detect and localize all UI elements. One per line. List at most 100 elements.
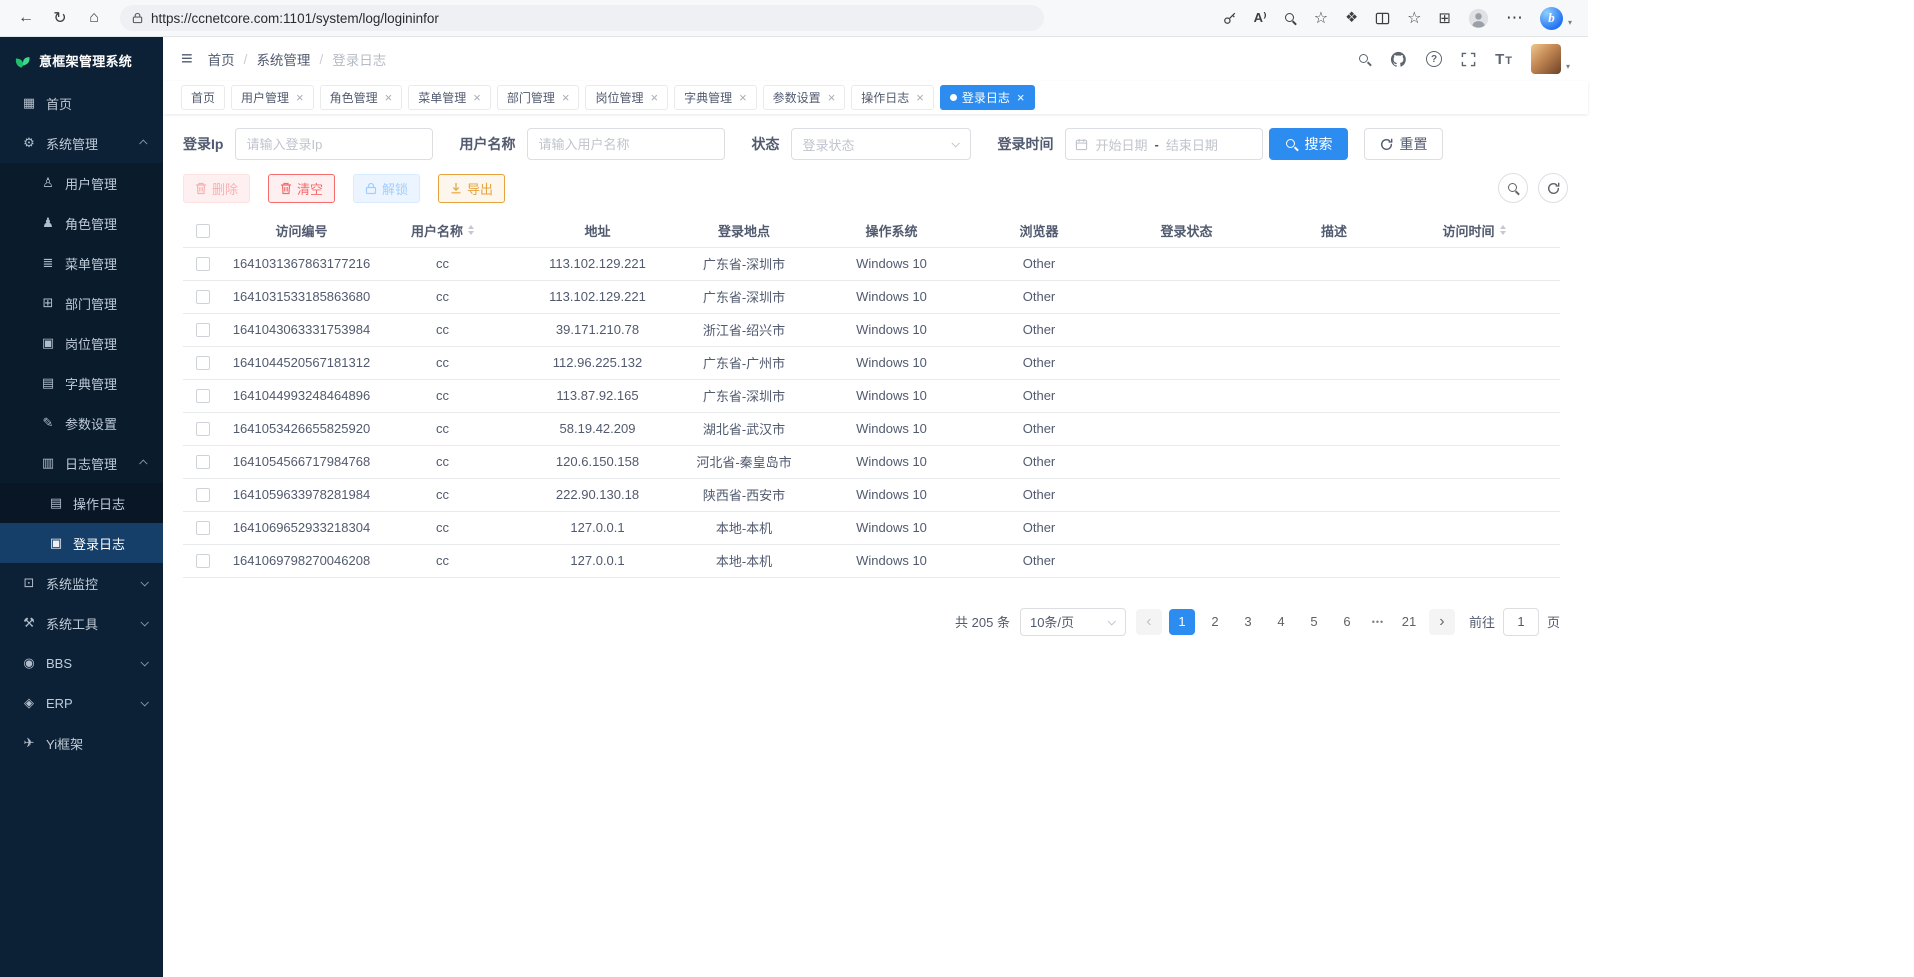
page-button-6[interactable]: 6 <box>1334 609 1360 635</box>
read-aloud-icon[interactable]: A⁾ <box>1254 10 1267 26</box>
tab-item[interactable]: 登录日志× <box>940 85 1035 110</box>
page-button-3[interactable]: 3 <box>1235 609 1261 635</box>
close-icon[interactable]: × <box>916 91 924 104</box>
status-select[interactable]: 登录状态 <box>791 128 971 160</box>
tab-item[interactable]: 参数设置× <box>763 85 846 110</box>
back-button[interactable]: ← <box>12 5 40 32</box>
more-menu-icon[interactable]: ⋯ <box>1506 8 1523 28</box>
tab-item[interactable]: 部门管理× <box>497 85 580 110</box>
sort-icon[interactable] <box>468 225 474 235</box>
copilot-icon[interactable]: b <box>1540 7 1563 30</box>
fullscreen-icon[interactable] <box>1461 52 1476 67</box>
row-checkbox[interactable] <box>196 422 210 436</box>
row-checkbox[interactable] <box>196 257 210 271</box>
user-avatar[interactable] <box>1531 44 1561 74</box>
user-menu-caret-icon[interactable]: ▾ <box>1566 62 1570 71</box>
page-button-21[interactable]: 21 <box>1396 609 1422 635</box>
page-size-select[interactable]: 10条/页 <box>1020 608 1126 636</box>
copilot-caret-icon[interactable]: ▾ <box>1568 18 1572 27</box>
tab-item[interactable]: 操作日志× <box>851 85 934 110</box>
login-ip-input[interactable] <box>235 128 433 160</box>
collections-icon[interactable]: ⊞ <box>1438 9 1451 27</box>
search-icon[interactable] <box>1358 53 1371 66</box>
row-checkbox[interactable] <box>196 323 210 337</box>
sidebar-item-dept-mgmt[interactable]: ⊞部门管理 <box>0 283 163 323</box>
home-button[interactable]: ⌂ <box>80 5 108 32</box>
prev-page-button[interactable]: ‹ <box>1136 609 1162 635</box>
page-button-1[interactable]: 1 <box>1169 609 1195 635</box>
export-button[interactable]: 导出 <box>438 174 505 203</box>
sidebar-item-param-settings[interactable]: ✎参数设置 <box>0 403 163 443</box>
sidebar-item-post-mgmt[interactable]: ▣岗位管理 <box>0 323 163 363</box>
sidebar-item-system-tools[interactable]: ⚒系统工具 <box>0 603 163 643</box>
close-icon[interactable]: × <box>739 91 747 104</box>
sort-icon[interactable] <box>1500 225 1506 235</box>
favorites-add-icon[interactable]: ☆ <box>1314 8 1328 28</box>
delete-button[interactable]: 删除 <box>183 174 250 203</box>
close-icon[interactable]: × <box>1017 91 1025 104</box>
search-button[interactable]: 搜索 <box>1269 128 1348 160</box>
close-icon[interactable]: × <box>562 91 570 104</box>
clear-button[interactable]: 清空 <box>268 174 335 203</box>
close-icon[interactable]: × <box>650 91 658 104</box>
help-icon[interactable]: ? <box>1426 51 1442 67</box>
github-icon[interactable] <box>1390 51 1407 68</box>
column-header[interactable]: 访问时间 <box>1388 214 1560 247</box>
sidebar-item-system-mgmt[interactable]: ⚙系统管理 <box>0 123 163 163</box>
sidebar-item-login-log[interactable]: ▣登录日志 <box>0 523 163 563</box>
row-checkbox[interactable] <box>196 389 210 403</box>
sidebar-item-erp[interactable]: ◈ERP <box>0 683 163 723</box>
row-checkbox[interactable] <box>196 356 210 370</box>
close-icon[interactable]: × <box>385 91 393 104</box>
username-input[interactable] <box>527 128 725 160</box>
text-size-icon[interactable]: TT <box>1495 52 1512 67</box>
sidebar-item-yi-framework[interactable]: ✈Yi框架 <box>0 723 163 763</box>
sidebar-item-operation-log[interactable]: ▤操作日志 <box>0 483 163 523</box>
sidebar-item-role-mgmt[interactable]: ♟角色管理 <box>0 203 163 243</box>
column-header[interactable]: 用户名称 <box>380 214 505 247</box>
unlock-button[interactable]: 解锁 <box>353 174 420 203</box>
tab-item[interactable]: 用户管理× <box>231 85 314 110</box>
sidebar-item-log-mgmt[interactable]: ▥日志管理 <box>0 443 163 483</box>
close-icon[interactable]: × <box>828 91 836 104</box>
breadcrumb-item[interactable]: 系统管理 <box>256 49 310 69</box>
goto-page-input[interactable] <box>1503 608 1539 636</box>
sidebar-item-menu-mgmt[interactable]: ≣菜单管理 <box>0 243 163 283</box>
tab-item[interactable]: 岗位管理× <box>585 85 668 110</box>
zoom-out-icon[interactable] <box>1284 12 1297 25</box>
passwords-key-icon[interactable] <box>1223 11 1237 25</box>
extensions-icon[interactable]: ❖ <box>1345 10 1358 26</box>
select-all-checkbox[interactable] <box>196 224 210 238</box>
row-checkbox[interactable] <box>196 455 210 469</box>
next-page-button[interactable]: › <box>1429 609 1455 635</box>
split-screen-icon[interactable] <box>1375 11 1390 26</box>
refresh-table-button[interactable] <box>1538 173 1568 203</box>
more-pages-icon[interactable]: ••• <box>1367 617 1389 627</box>
reload-button[interactable]: ↻ <box>46 5 74 32</box>
sidebar-item-dict-mgmt[interactable]: ▤字典管理 <box>0 363 163 403</box>
page-button-4[interactable]: 4 <box>1268 609 1294 635</box>
row-checkbox[interactable] <box>196 521 210 535</box>
breadcrumb-item[interactable]: 首页 <box>208 49 235 69</box>
reset-button[interactable]: 重置 <box>1364 128 1443 160</box>
row-checkbox[interactable] <box>196 554 210 568</box>
row-checkbox[interactable] <box>196 488 210 502</box>
tab-item[interactable]: 角色管理× <box>320 85 403 110</box>
sidebar-item-bbs[interactable]: ◉BBS <box>0 643 163 683</box>
show-search-button[interactable] <box>1498 173 1528 203</box>
sidebar-item-system-monitor[interactable]: ⊡系统监控 <box>0 563 163 603</box>
tab-item[interactable]: 菜单管理× <box>408 85 491 110</box>
tab-item[interactable]: 首页 <box>181 85 225 110</box>
page-button-5[interactable]: 5 <box>1301 609 1327 635</box>
sidebar-item-user-mgmt[interactable]: ♙用户管理 <box>0 163 163 203</box>
favorites-icon[interactable]: ☆ <box>1407 8 1421 28</box>
browser-profile-avatar[interactable] <box>1468 8 1489 29</box>
tab-item[interactable]: 字典管理× <box>674 85 757 110</box>
sidebar-toggle-icon[interactable]: ≡ <box>181 49 193 69</box>
row-checkbox[interactable] <box>196 290 210 304</box>
page-button-2[interactable]: 2 <box>1202 609 1228 635</box>
close-icon[interactable]: × <box>296 91 304 104</box>
sidebar-item-home[interactable]: ▦首页 <box>0 83 163 123</box>
close-icon[interactable]: × <box>473 91 481 104</box>
address-bar[interactable]: https://ccnetcore.com:1101/system/log/lo… <box>120 5 1044 31</box>
